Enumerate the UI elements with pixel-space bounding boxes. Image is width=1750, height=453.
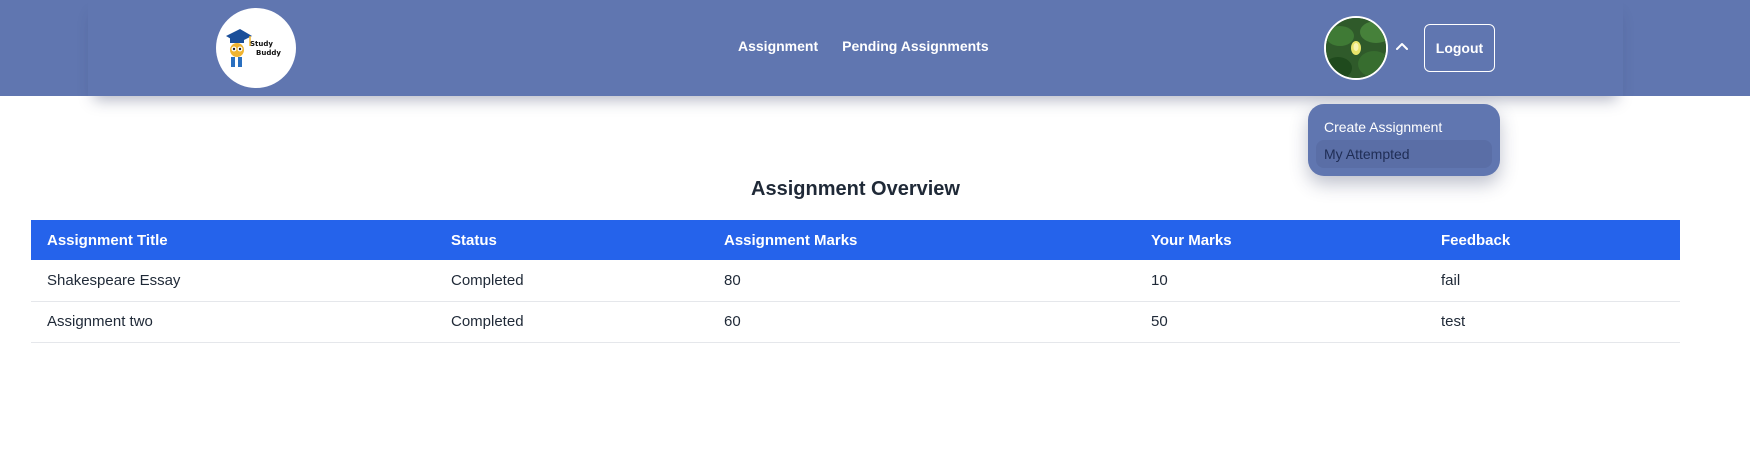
column-header-assignment-title: Assignment Title [31, 220, 435, 260]
table-row: Assignment two Completed 60 50 test [31, 301, 1680, 343]
table-row: Shakespeare Essay Completed 80 10 fail [31, 260, 1680, 302]
cell-your-marks: 50 [1135, 301, 1425, 343]
table-header-row: Assignment Title Status Assignment Marks… [31, 220, 1680, 260]
cell-assignment-title: Assignment two [31, 301, 435, 343]
cell-assignment-title: Shakespeare Essay [31, 260, 435, 302]
cell-assignment-marks: 60 [708, 301, 1135, 343]
logout-button[interactable]: Logout [1424, 24, 1495, 72]
cell-status: Completed [435, 301, 708, 343]
logo-text-study: Study [250, 40, 273, 48]
logo[interactable]: Study Buddy [216, 8, 296, 88]
nav-link-assignment[interactable]: Assignment [738, 38, 818, 54]
logo-text-buddy: Buddy [256, 49, 281, 57]
main-nav: Assignment Pending Assignments [738, 38, 989, 54]
page-title: Assignment Overview [751, 178, 960, 200]
cell-status: Completed [435, 260, 708, 302]
menu-item-my-attempted[interactable]: My Attempted [1316, 140, 1492, 168]
user-dropdown-menu: Create Assignment My Attempted [1308, 104, 1500, 176]
column-header-assignment-marks: Assignment Marks [708, 220, 1135, 260]
assignment-overview-table: Assignment Title Status Assignment Marks… [31, 220, 1680, 343]
column-header-your-marks: Your Marks [1135, 220, 1425, 260]
cell-your-marks: 10 [1135, 260, 1425, 302]
graduation-cap-owl-icon [226, 29, 252, 67]
menu-item-create-assignment[interactable]: Create Assignment [1316, 113, 1492, 141]
chevron-up-icon[interactable] [1394, 38, 1410, 54]
cell-assignment-marks: 80 [708, 260, 1135, 302]
cell-feedback: fail [1425, 260, 1680, 302]
column-header-feedback: Feedback [1425, 220, 1680, 260]
user-avatar[interactable] [1324, 16, 1388, 80]
column-header-status: Status [435, 220, 708, 260]
nav-link-pending-assignments[interactable]: Pending Assignments [842, 38, 989, 54]
cell-feedback: test [1425, 301, 1680, 343]
